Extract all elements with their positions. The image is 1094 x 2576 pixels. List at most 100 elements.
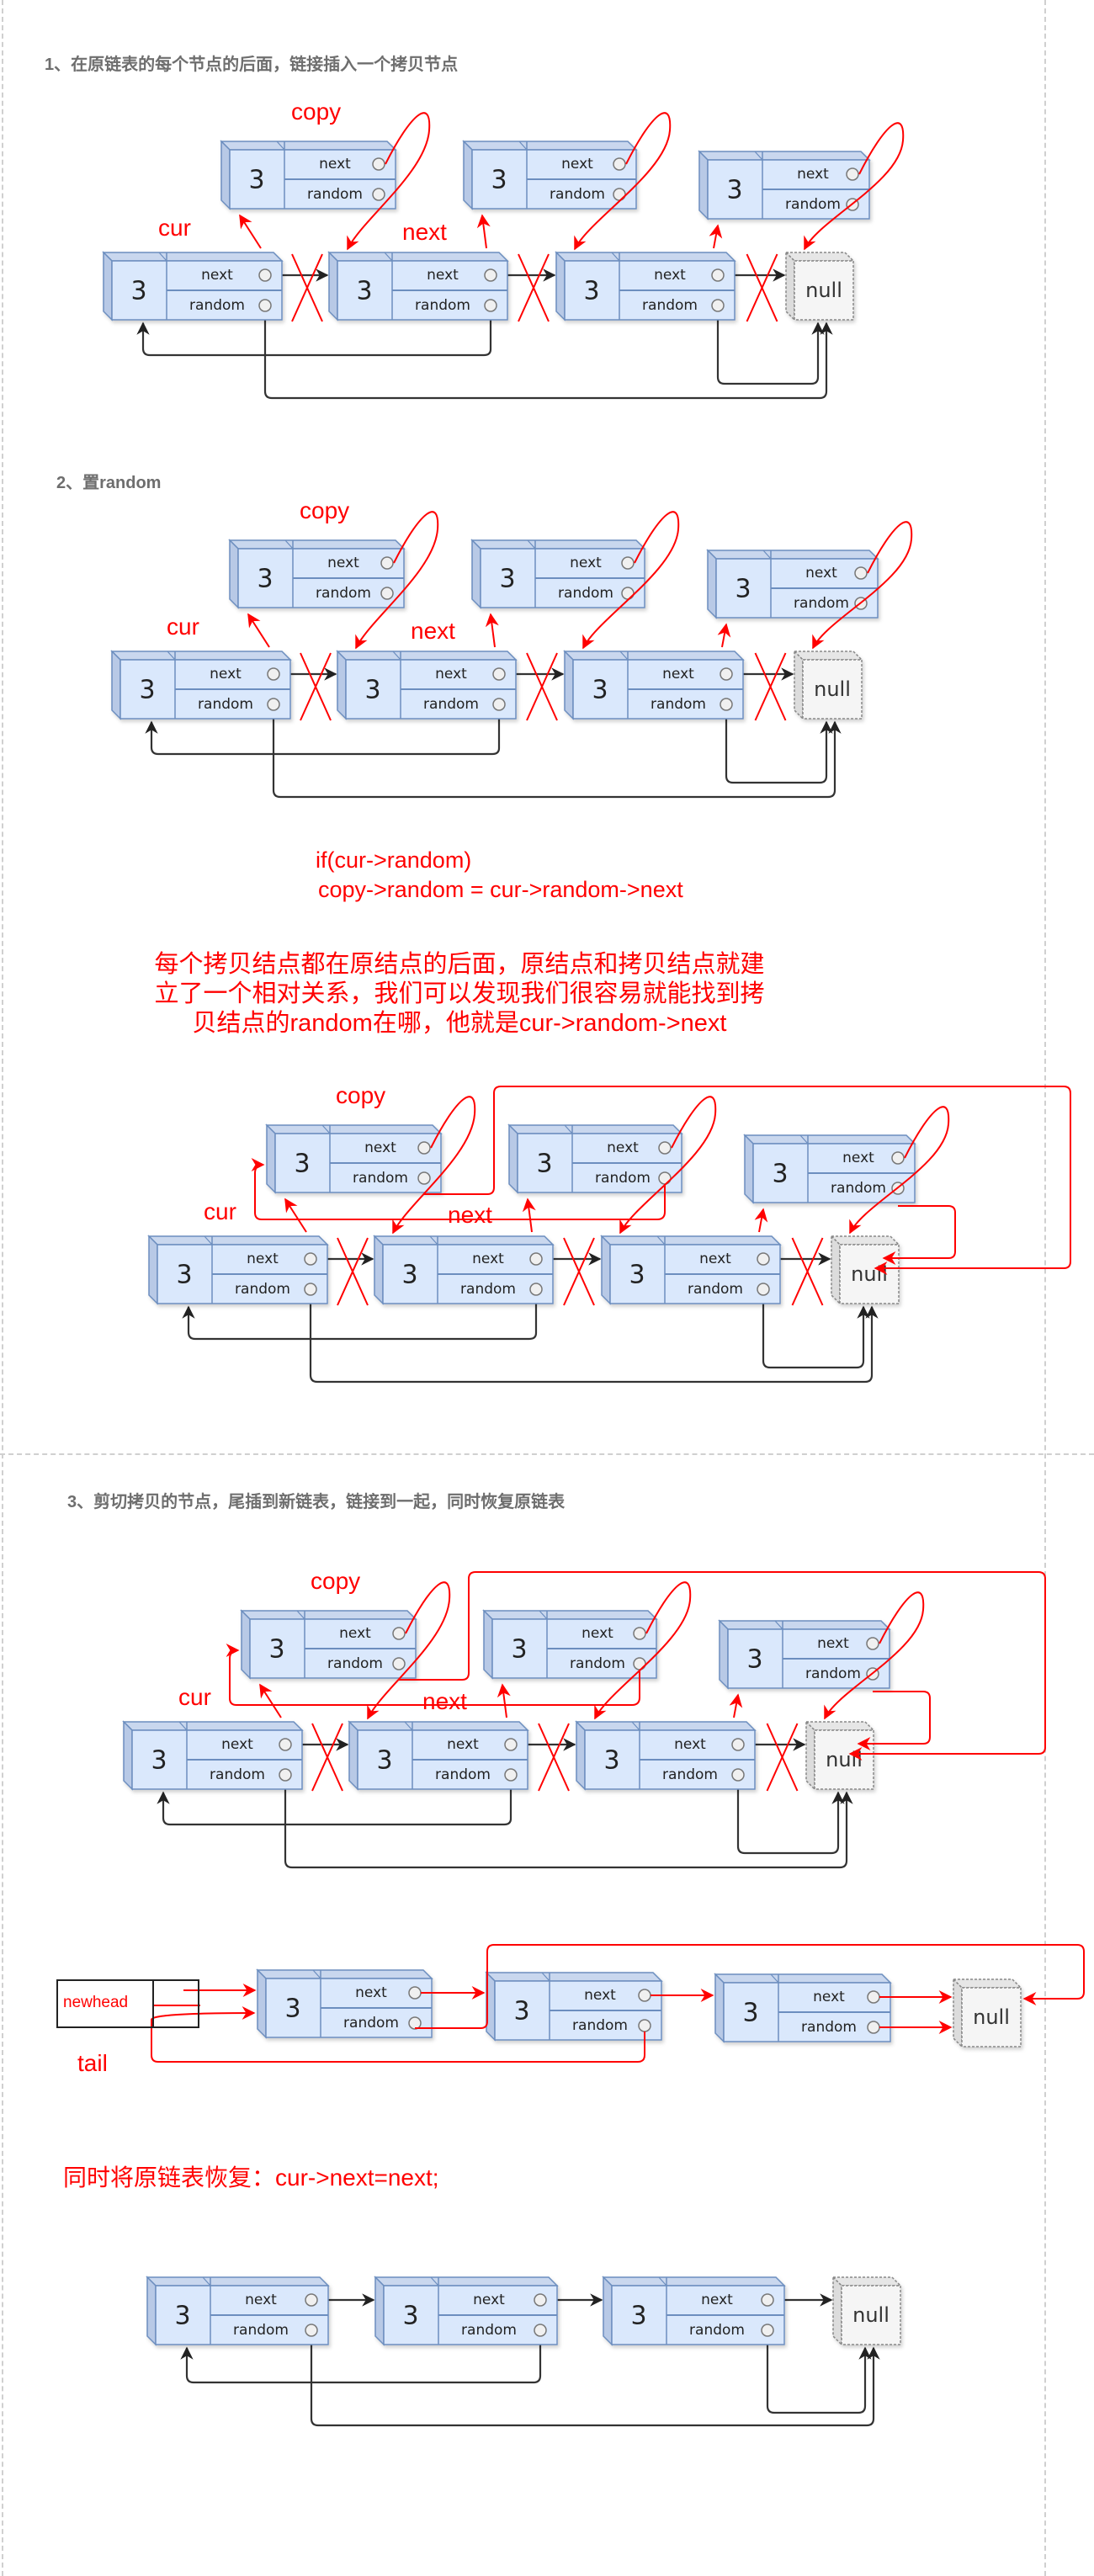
- node-top-face: [706, 550, 879, 560]
- node-top-face: [507, 1124, 683, 1134]
- node-random-field: random: [688, 1281, 743, 1298]
- next-pointer-port: [658, 1141, 672, 1155]
- node-random-field: random: [595, 1170, 651, 1187]
- next-pointer-port: [761, 2293, 774, 2307]
- node-next-field: next: [447, 1736, 479, 1753]
- node-side-face: [103, 251, 113, 321]
- node-random-field: random: [233, 2322, 289, 2339]
- random-pointer-port: [372, 188, 385, 201]
- copy-label: copy: [336, 1082, 386, 1108]
- next-pointer-port: [854, 566, 868, 580]
- random-pointer-port: [258, 299, 272, 312]
- node-side-face: [601, 1235, 611, 1305]
- explanation-line-1: 每个拷贝结点都在原结点的后面，原结点和拷贝结点就建: [154, 951, 765, 978]
- list-node: 3 next random: [714, 1973, 892, 2043]
- list-node: 3 next random: [575, 1720, 757, 1791]
- next-pointer-port: [372, 157, 385, 171]
- list-node: 3 next random: [743, 1134, 916, 1204]
- list-node: 3 next random: [507, 1123, 683, 1194]
- node-side-face: [257, 1968, 267, 2039]
- node-random-field: random: [785, 196, 841, 213]
- node-next-field: next: [210, 666, 242, 683]
- node-top-face: [336, 651, 518, 661]
- node-side-face: [555, 251, 566, 321]
- next-pointer-port: [731, 1738, 745, 1751]
- null-node: null: [831, 2276, 902, 2346]
- code-line-2: copy->random = cur->random->next: [318, 877, 683, 902]
- node-next-field: next: [435, 666, 467, 683]
- node-value: 3: [499, 565, 515, 594]
- node-side-face: [146, 2276, 157, 2346]
- node-random-field: random: [343, 2015, 399, 2032]
- node-next-field: next: [327, 555, 359, 571]
- node-top-face: [714, 1973, 892, 1984]
- node-value: 3: [630, 2302, 646, 2331]
- node-side-face: [348, 1720, 358, 1791]
- cur-to-copy-arrow: [754, 1208, 768, 1233]
- next-pointer-port: [417, 1141, 431, 1155]
- node-top-face: [600, 1235, 782, 1246]
- node-next-field: next: [319, 156, 351, 173]
- list-node: 3 next random: [374, 2276, 559, 2346]
- node-next-field: next: [607, 1139, 639, 1156]
- node-random-field: random: [198, 696, 253, 713]
- node-random-field: random: [801, 2019, 857, 2036]
- random-arrow: [736, 1781, 845, 1855]
- node-value: 3: [376, 1746, 392, 1776]
- random-pointer-port: [613, 188, 626, 201]
- random-pointer-port: [492, 698, 506, 711]
- node-value: 3: [364, 676, 380, 705]
- restore-note: 同时将原链表恢复：cur->next=next;: [63, 2164, 439, 2191]
- cur-label: cur: [178, 1684, 211, 1710]
- null-label: null: [814, 677, 851, 701]
- node-next-field: next: [813, 1989, 845, 2005]
- random-pointer-port: [267, 698, 280, 711]
- node-random-field: random: [572, 2017, 628, 2034]
- next-pointer-port: [638, 1989, 651, 2002]
- node-top-face: [743, 1134, 916, 1145]
- node-side-face: [463, 140, 473, 210]
- node-top-face: [327, 252, 509, 262]
- node-side-face: [719, 1619, 729, 1690]
- node-random-field: random: [316, 585, 371, 602]
- node-top-face: [102, 252, 284, 262]
- node-random-field: random: [550, 186, 605, 203]
- node-random-field: random: [415, 297, 470, 314]
- next-pointer-port: [711, 268, 725, 282]
- node-random-field: random: [435, 1766, 491, 1783]
- list-node: 3 next random: [220, 140, 397, 210]
- node-random-field: random: [353, 1170, 408, 1187]
- null-label: null: [973, 2005, 1010, 2029]
- node-top-face: [602, 2276, 786, 2287]
- next-pointer-port: [866, 1637, 879, 1650]
- node-side-face: [508, 1123, 518, 1194]
- node-next-field: next: [364, 1139, 396, 1156]
- node-value: 3: [491, 166, 507, 195]
- cur-to-copy-arrow: [522, 1198, 536, 1233]
- node-side-face: [471, 539, 481, 609]
- null-label: null: [851, 1262, 888, 1286]
- node-top-face: [563, 651, 745, 661]
- next-pointer-port: [529, 1252, 543, 1266]
- list-node: 3 next random: [146, 2276, 330, 2346]
- cur-label: cur: [204, 1198, 236, 1224]
- random-arrow: [766, 2336, 872, 2414]
- node-value: 3: [592, 676, 608, 705]
- next-label: next: [422, 1688, 467, 1714]
- tail-label: tail: [77, 2050, 108, 2076]
- node-side-face: [328, 251, 338, 321]
- next-pointer-port: [380, 556, 394, 570]
- cur-to-copy-arrow: [247, 613, 270, 648]
- node-random-field: random: [831, 1180, 886, 1197]
- node-next-field: next: [561, 156, 593, 173]
- random-arrow: [725, 710, 833, 784]
- next-pointer-port: [534, 2293, 547, 2307]
- node-next-field: next: [699, 1251, 731, 1267]
- node-top-face: [256, 1969, 433, 1979]
- node-side-face: [576, 1720, 586, 1791]
- node-random-field: random: [558, 585, 613, 602]
- copy-label: copy: [300, 497, 350, 523]
- node-value: 3: [139, 676, 155, 705]
- random-pointer-port: [408, 2016, 422, 2030]
- node-next-field: next: [473, 2292, 505, 2308]
